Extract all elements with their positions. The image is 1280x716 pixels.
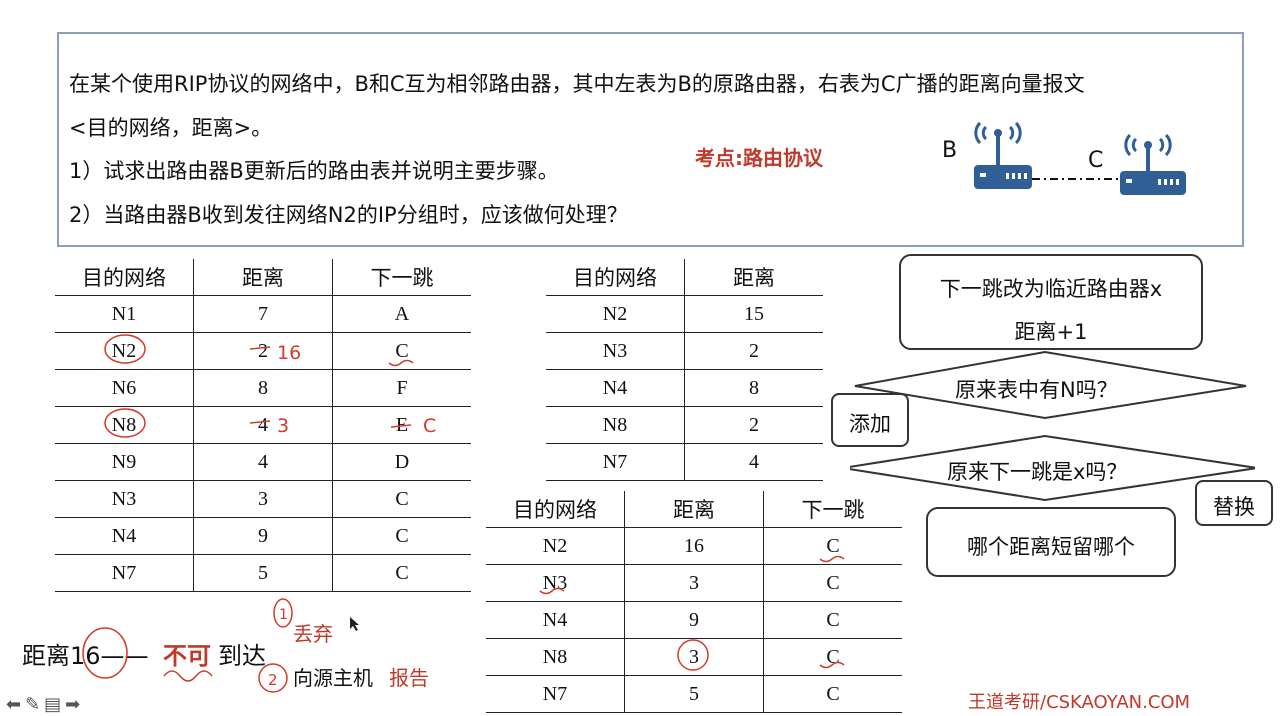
n8-new-nexthop: C	[423, 415, 436, 437]
table-c-broadcast: 目的网络 距离 N2 15 N3 2 N4 8 N8 2 N7 4	[546, 259, 823, 481]
mouse-cursor-icon	[350, 617, 359, 631]
router-b-label: B	[942, 138, 957, 163]
n8-new-distance: 3	[277, 415, 289, 437]
router-c-label: C	[1088, 148, 1103, 173]
keypoint-label: 考点:路由协议	[695, 146, 823, 170]
note-report-to-source: 向源主机	[293, 666, 373, 690]
strike-n2-dist	[249, 346, 271, 350]
circle-n8-dist	[677, 639, 709, 671]
updated-table-marks	[539, 555, 845, 671]
circle-16	[82, 627, 128, 679]
step1-number: 1	[279, 607, 288, 623]
router-diagram: B C	[942, 121, 1186, 195]
table-header-row: 目的网络 距离	[546, 259, 823, 296]
question-line-3: 1）试求出路由器B更新后的路由表并说明主要步骤。	[69, 159, 559, 183]
question-line-4: 2）当路由器B收到发往网络N2的IP分组时，应该做何处理？	[69, 203, 628, 227]
underline-n2-next	[388, 359, 414, 367]
flow-q2-text: 原来下一跳是x吗？	[947, 460, 1128, 484]
player-nav[interactable]: ⬅✎▤➡	[6, 694, 84, 715]
underline-n8-next	[819, 661, 845, 669]
flow-step-line1: 下一跳改为临近路由器x	[939, 277, 1163, 301]
step2-number: 2	[268, 671, 278, 689]
watermark: 王道考研/CSKAOYAN.COM	[968, 692, 1191, 713]
table-row: N4 8	[546, 369, 823, 407]
router-b-icon	[974, 121, 1032, 189]
n2-new-distance: 16	[277, 342, 301, 364]
note-discard: 丢弃	[293, 622, 333, 646]
table-row: N8 2	[546, 406, 823, 444]
table-row: N2 15	[546, 295, 823, 333]
router-c-icon	[1120, 133, 1186, 195]
table-row: N7 4	[546, 443, 823, 481]
underline-unreachable	[163, 670, 213, 682]
flow-replace-box: 替换	[1195, 480, 1273, 526]
note-report: 报告	[389, 666, 429, 690]
handwritten-marks: 16 3 C	[104, 334, 436, 438]
strike-n8-next	[390, 424, 412, 428]
strike-n8-dist	[249, 420, 271, 424]
flow-step-update: 下一跳改为临近路由器x 距离+1	[899, 254, 1203, 350]
circle-n8	[104, 408, 146, 438]
circle-n2	[104, 334, 146, 364]
flow-keep-shorter-box: 哪个距离短留哪个	[926, 507, 1176, 577]
question-line-2: <目的网络，距离>。	[69, 116, 273, 140]
flow-step-line2: 距离+1	[1014, 320, 1088, 344]
underline-n3	[539, 587, 565, 595]
nav-icons[interactable]: ⬅✎▤➡	[6, 694, 84, 715]
note-marks: 1 2	[82, 598, 293, 693]
underline-n2-next	[819, 555, 845, 563]
col-header-distance: 距离	[684, 259, 823, 296]
flow-add-box: 添加	[831, 393, 909, 447]
col-header-dest: 目的网络	[546, 259, 685, 296]
table-row: N3 2	[546, 332, 823, 370]
question-line-1: 在某个使用RIP协议的网络中，B和C互为相邻路由器，其中左表为B的原路由器，右表…	[69, 72, 1085, 96]
flow-q1-text: 原来表中有N吗？	[955, 378, 1118, 402]
